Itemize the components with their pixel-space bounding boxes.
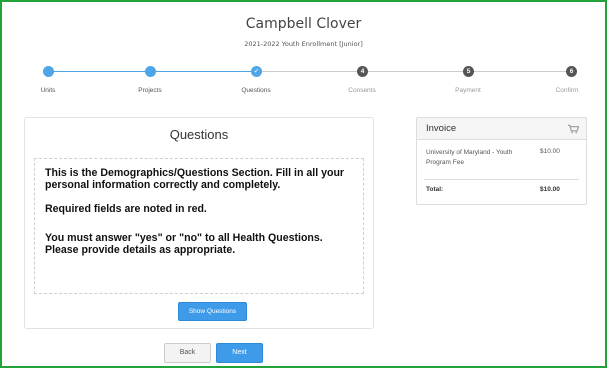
invoice-panel: Invoice University of Maryland - Youth P… [416, 117, 587, 205]
back-button[interactable]: Back [164, 343, 211, 363]
invoice-divider [424, 179, 579, 180]
step-units-label[interactable]: Units [8, 87, 88, 94]
step-questions-marker[interactable]: ✓ [251, 66, 262, 77]
invoice-header: Invoice [417, 118, 586, 140]
step-consents-label: Consents [348, 87, 376, 94]
notice-health: You must answer "yes" or "no" to all Hea… [45, 232, 323, 256]
step-projects-marker[interactable] [145, 66, 156, 77]
questions-notice: This is the Demographics/Questions Secti… [34, 158, 364, 294]
invoice-item-label: University of Maryland - Youth Program F… [426, 149, 513, 166]
invoice-item-amount: $10.00 [540, 148, 560, 155]
invoice-total-amount: $10.00 [540, 186, 560, 193]
questions-title: Questions [169, 127, 229, 142]
notice-required: Required fields are noted in red. [45, 203, 207, 215]
step-payment-label: Payment [455, 87, 481, 94]
notice-intro: This is the Demographics/Questions Secti… [45, 167, 345, 191]
invoice-total-label: Total: [426, 186, 444, 193]
step-confirm-label: Confirm [555, 87, 579, 94]
step-payment-marker: 5 [463, 66, 474, 77]
step-projects-label[interactable]: Projects [110, 87, 190, 94]
next-button[interactable]: Next [216, 343, 263, 363]
step-consents-marker: 4 [357, 66, 368, 77]
step-confirm-marker: 6 [566, 66, 577, 77]
invoice-title: Invoice [426, 123, 457, 134]
show-questions-button[interactable]: Show Questions [178, 302, 247, 321]
step-questions-label[interactable]: Questions [216, 87, 296, 94]
step-units-marker[interactable] [43, 66, 54, 77]
enrollment-title: 2021-2022 Youth Enrollment [Junior] [244, 40, 363, 48]
cart-icon [568, 124, 579, 134]
participant-name: Campbell Clover [245, 16, 362, 32]
